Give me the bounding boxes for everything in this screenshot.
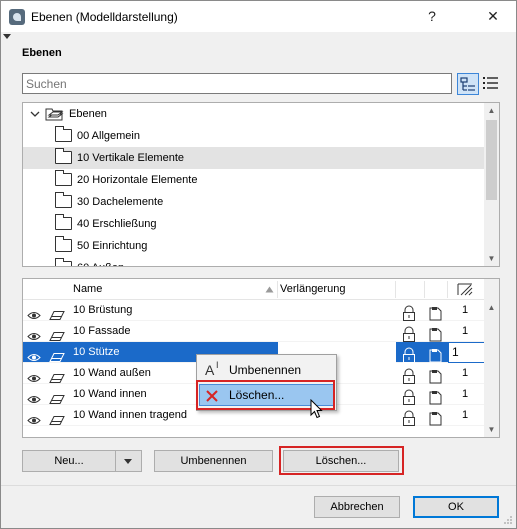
chevron-down-icon[interactable] xyxy=(30,110,40,118)
list-header: Name Verlängerung xyxy=(23,279,486,300)
folder-icon xyxy=(55,192,72,208)
intersection-group-value[interactable]: 1 xyxy=(462,405,468,426)
tree-item[interactable]: 30 Dachelemente xyxy=(23,191,486,213)
text-cursor-icon: I xyxy=(216,360,219,370)
app-icon xyxy=(9,9,25,25)
layers-folder-icon xyxy=(45,108,64,121)
intersection-group-icon xyxy=(457,283,473,296)
rename-button[interactable]: Umbenennen xyxy=(154,450,273,472)
tree-item-label: 50 Einrichtung xyxy=(77,240,148,252)
intersection-group-value[interactable]: 1 xyxy=(462,300,468,321)
new-button-label[interactable]: Neu... xyxy=(23,451,115,471)
layer-name: 10 Fassade xyxy=(73,325,131,337)
column-header-extension[interactable]: Verlängerung xyxy=(280,279,345,300)
scroll-up-icon[interactable]: ▲ xyxy=(484,300,499,315)
tree-view-button[interactable] xyxy=(457,73,479,95)
folder-icon xyxy=(55,258,72,266)
scroll-down-icon[interactable]: ▼ xyxy=(484,422,499,437)
tree-item-label: 20 Horizontale Elemente xyxy=(77,174,198,186)
section-title: Ebenen xyxy=(22,47,62,59)
layer-name: 10 Stütze xyxy=(73,346,120,358)
help-button[interactable]: ? xyxy=(409,1,455,32)
tree-item-label: 40 Erschließung xyxy=(77,218,157,230)
rename-icon: A xyxy=(205,362,215,378)
folder-icon xyxy=(55,148,72,164)
intersection-group-value[interactable]: 1 xyxy=(462,363,468,384)
tree-item-label: 60 Außen xyxy=(77,257,124,266)
tree-item-label: 30 Dachelemente xyxy=(77,196,164,208)
mouse-cursor-icon xyxy=(310,399,323,419)
dropdown-arrow-icon[interactable] xyxy=(124,459,132,464)
intersection-group-value[interactable]: 1 xyxy=(462,321,468,342)
collapse-triangle-icon[interactable] xyxy=(3,34,11,39)
list-view-icon xyxy=(483,77,498,89)
padlock-icon[interactable] xyxy=(402,408,416,429)
tree-root-label: Ebenen xyxy=(69,108,107,120)
layer-folder-tree: Ebenen 00 Allgemein 10 Vertikale Element… xyxy=(22,102,500,267)
tree-item-label: 00 Allgemein xyxy=(77,130,140,142)
ok-button[interactable]: OK xyxy=(413,496,499,518)
delete-button-highlight-frame xyxy=(279,446,404,475)
layer-row[interactable]: 10 Brüstung 1 xyxy=(23,300,486,321)
print-page-icon[interactable] xyxy=(428,408,442,429)
split-divider xyxy=(115,451,116,471)
context-menu-rename[interactable]: A I Umbenennen xyxy=(199,359,334,381)
new-split-button[interactable]: Neu... xyxy=(22,450,142,472)
scroll-up-icon[interactable]: ▲ xyxy=(484,103,499,118)
wireframe-icon[interactable] xyxy=(49,410,65,431)
layer-name: 10 Brüstung xyxy=(73,304,133,316)
tree-item[interactable]: 00 Allgemein xyxy=(23,125,486,147)
tree-root[interactable]: Ebenen xyxy=(23,103,486,125)
folder-icon xyxy=(55,126,72,142)
tree-view-icon xyxy=(460,77,475,91)
scroll-down-icon[interactable]: ▼ xyxy=(484,251,499,266)
column-header-name[interactable]: Name xyxy=(73,279,102,300)
tree-item[interactable]: 40 Erschließung xyxy=(23,213,486,235)
intersection-group-value[interactable]: 1 xyxy=(462,384,468,405)
folder-icon xyxy=(55,214,72,230)
tree-item[interactable]: 50 Einrichtung xyxy=(23,235,486,257)
layer-name: 10 Wand außen xyxy=(73,367,151,379)
layer-name: 10 Wand innen tragend xyxy=(73,409,187,421)
tree-scrollbar[interactable]: ▲ ▼ xyxy=(484,103,499,266)
folder-icon xyxy=(55,170,72,186)
tree-item[interactable]: 10 Vertikale Elemente xyxy=(23,147,486,169)
tree-item[interactable]: 20 Horizontale Elemente xyxy=(23,169,486,191)
layer-name: 10 Wand innen xyxy=(73,388,147,400)
eye-icon[interactable] xyxy=(27,410,41,431)
search-input[interactable] xyxy=(22,73,452,94)
tree-item-label: 10 Vertikale Elemente xyxy=(77,152,185,164)
layer-row[interactable]: 10 Fassade 1 xyxy=(23,321,486,342)
cancel-button[interactable]: Abbrechen xyxy=(314,496,400,518)
column-divider[interactable] xyxy=(447,281,448,298)
folder-icon xyxy=(55,236,72,252)
context-menu-rename-label: Umbenennen xyxy=(229,363,302,377)
intersection-group-field[interactable]: 1 xyxy=(448,342,486,363)
tree-item[interactable]: 60 Außen xyxy=(23,257,486,266)
column-divider[interactable] xyxy=(277,281,278,298)
window-title: Ebenen (Modelldarstellung) xyxy=(31,10,178,24)
footer-divider xyxy=(1,485,516,486)
list-view-button[interactable] xyxy=(480,73,502,95)
close-button[interactable]: ✕ xyxy=(470,1,516,32)
title-bar: Ebenen (Modelldarstellung) ? ✕ xyxy=(1,1,516,32)
list-scrollbar[interactable]: ▲ ▼ xyxy=(484,279,499,437)
column-divider[interactable] xyxy=(424,281,425,298)
column-divider[interactable] xyxy=(395,281,396,298)
sort-ascending-icon xyxy=(265,286,274,293)
resize-grip-icon[interactable] xyxy=(503,515,513,525)
scroll-thumb[interactable] xyxy=(486,120,497,200)
dialog-window: Ebenen (Modelldarstellung) ? ✕ Ebenen Su… xyxy=(0,0,517,529)
